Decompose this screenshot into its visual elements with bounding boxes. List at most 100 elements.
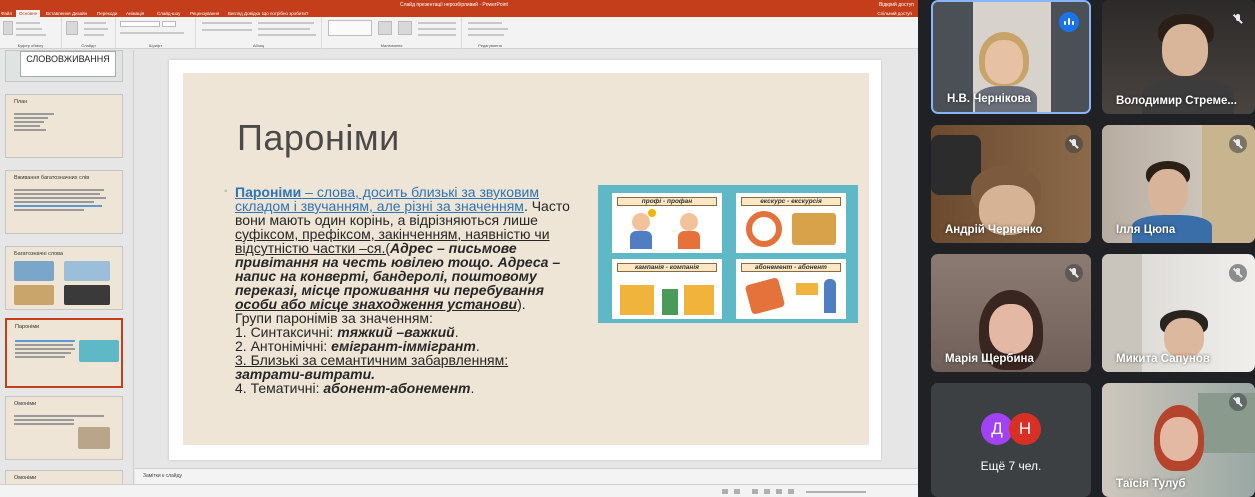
arrange-icon[interactable] (378, 21, 392, 35)
slide-thumbnails-panel[interactable]: СЛОВОВЖИВАННЯ План Вживання багатозначни… (0, 50, 134, 497)
share-button[interactable]: Спільний доступ (877, 10, 912, 17)
font-name-box[interactable] (120, 21, 160, 27)
status-bar (0, 484, 918, 497)
participant-tile-3[interactable]: Андрій Черненко (931, 125, 1091, 243)
slide-edit-area[interactable]: Пароніми ◦ Пароніми – слова, досить близ… (135, 50, 918, 468)
slide-thumbnail-1[interactable]: СЛОВОВЖИВАННЯ (5, 50, 123, 82)
group-editing: Редагування (462, 17, 518, 49)
person-icon (824, 279, 836, 313)
group-4-example: абонент-абонемент (323, 380, 471, 396)
participant-face (1162, 24, 1208, 76)
tab-help[interactable]: Довідка (244, 10, 260, 17)
slide-thumbnail-4[interactable]: Багатозначні слова (5, 246, 123, 310)
body-line-3: суфіксом, префіксом, закінченням, наявні… (235, 226, 550, 242)
account-label[interactable]: Відкрий доступ (879, 0, 914, 10)
tab-animations[interactable]: Анімація (126, 10, 144, 17)
bullet-glyph: ◦ (224, 186, 228, 197)
font-size-box[interactable] (162, 21, 176, 27)
tab-view[interactable]: Вигляд (228, 10, 243, 17)
notes-pane[interactable]: Замітки к слайду (135, 468, 918, 484)
sorter-view-icon[interactable] (764, 489, 770, 494)
thumbnail-title: Багатозначні слова (14, 251, 64, 257)
group-label: Малювання (380, 43, 403, 48)
speaking-indicator-icon (1059, 12, 1079, 32)
ribbon: Буфер обміну Слайди Шрифт Абзац Малюванн… (0, 17, 918, 49)
participant-tile-1[interactable]: Н.В. Чернікова (931, 0, 1091, 114)
new-slide-icon[interactable] (66, 21, 78, 35)
thumbnail-title: Омоніми (14, 401, 37, 407)
group-label: Шрифт (148, 43, 163, 48)
participant-face (989, 304, 1033, 354)
group-slides: Слайди (62, 17, 116, 49)
tell-me-search[interactable]: Що потрібно зробити? (262, 10, 308, 17)
participant-name: Марія Щербина (945, 353, 1034, 365)
example-line-4: переказі, місце проживання чи перебуванн… (235, 282, 544, 298)
body-line-2: вони мають один корінь, а відрізняються … (235, 212, 538, 228)
participant-tile-2[interactable]: Володимир Стреме... (1102, 0, 1255, 114)
slide-body-text[interactable]: ◦ Пароніми – слова, досить близькі за зв… (224, 185, 595, 396)
groups-header: Групи паронімів за значенням: (235, 310, 433, 326)
building-icon (620, 285, 654, 315)
participant-face (1164, 318, 1204, 358)
mic-off-icon (1065, 264, 1083, 282)
group-3-example: затрати-витрати. (235, 366, 376, 382)
group-font: Шрифт (116, 17, 196, 49)
slide[interactable]: Пароніми ◦ Пароніми – слова, досить близ… (183, 73, 869, 445)
notes-toggle-icon[interactable] (722, 489, 728, 494)
mic-off-icon (1065, 135, 1083, 153)
example-close: ). (517, 296, 526, 312)
illustration-cell-4: абонемент - абонент (736, 259, 846, 319)
tab-file[interactable]: Файл (1, 10, 12, 17)
reading-view-icon[interactable] (776, 489, 782, 494)
slide-thumbnail-6[interactable]: Омоніми (5, 396, 123, 460)
powerpoint-window: Слайд презентації нерозбірливий · PowerP… (0, 0, 918, 497)
illustration-caption: абонемент - абонент (741, 263, 841, 272)
person-icon (662, 289, 678, 315)
building-icon (684, 285, 714, 315)
participant-name: Ілля Цюпа (1116, 224, 1176, 236)
participant-name: Н.В. Чернікова (947, 93, 1031, 105)
group-label: Буфер обміну (17, 43, 44, 48)
slide-title[interactable]: Пароніми (237, 117, 400, 159)
slide-thumbnail-3[interactable]: Вживання багатозначних слів (5, 170, 123, 234)
slide-canvas[interactable]: Пароніми ◦ Пароніми – слова, досить близ… (169, 60, 881, 460)
participant-tile-6[interactable]: Микита Сапунов (1102, 254, 1255, 372)
paronyms-illustration[interactable]: профі - профан екскурс - екскурсія кампа… (598, 185, 858, 323)
notes-placeholder: Замітки к слайду (143, 473, 182, 479)
participant-tile-5[interactable]: Марія Щербина (931, 254, 1091, 372)
participant-tile-4[interactable]: Ілля Цюпа (1102, 125, 1255, 243)
participant-name: Володимир Стреме... (1116, 95, 1237, 107)
person-body-icon (678, 231, 700, 249)
slideshow-icon[interactable] (788, 489, 794, 494)
tab-design[interactable]: Дизайн (72, 10, 87, 17)
star-icon (648, 209, 656, 217)
tab-insert[interactable]: Вставлення (46, 10, 71, 17)
group-label: Редагування (478, 43, 502, 48)
person-icon (680, 213, 698, 231)
mic-off-icon (1229, 135, 1247, 153)
meet-participants-panel: Н.В. Чернікова Володимир Стреме... Андрі… (918, 0, 1255, 497)
illustration-caption: профі - профан (617, 197, 717, 206)
participant-face (1160, 417, 1198, 461)
quick-styles-icon[interactable] (398, 21, 412, 35)
tab-home[interactable]: Основне (16, 10, 41, 17)
tab-review[interactable]: Рецензування (190, 10, 219, 17)
paste-icon[interactable] (3, 21, 13, 35)
thumbnail-title: Омоніми (14, 475, 37, 481)
participant-tile-7[interactable]: Тaїсія Тулуб (1102, 383, 1255, 497)
participant-name: Андрій Черненко (945, 224, 1043, 236)
tab-transitions[interactable]: Переходи (97, 10, 117, 17)
slide-thumbnail-5[interactable]: Пароніми (5, 318, 123, 388)
more-participants-tile[interactable]: Д Н Ещё 7 чел. (931, 383, 1091, 497)
comments-icon[interactable] (734, 489, 740, 494)
document-title: Слайд презентації нерозбірливий · PowerP… (400, 2, 508, 8)
group-clipboard: Буфер обміну (0, 17, 62, 49)
normal-view-icon[interactable] (752, 489, 758, 494)
group-4-label: 4. Тематичні: (235, 380, 324, 396)
slide-thumbnail-2[interactable]: План (5, 94, 123, 158)
group-paragraph: Абзац (196, 17, 322, 49)
map-icon (792, 213, 836, 245)
tab-slideshow[interactable]: Слайд-шоу (157, 10, 180, 17)
zoom-slider[interactable] (806, 491, 866, 493)
shapes-gallery[interactable] (328, 20, 372, 36)
